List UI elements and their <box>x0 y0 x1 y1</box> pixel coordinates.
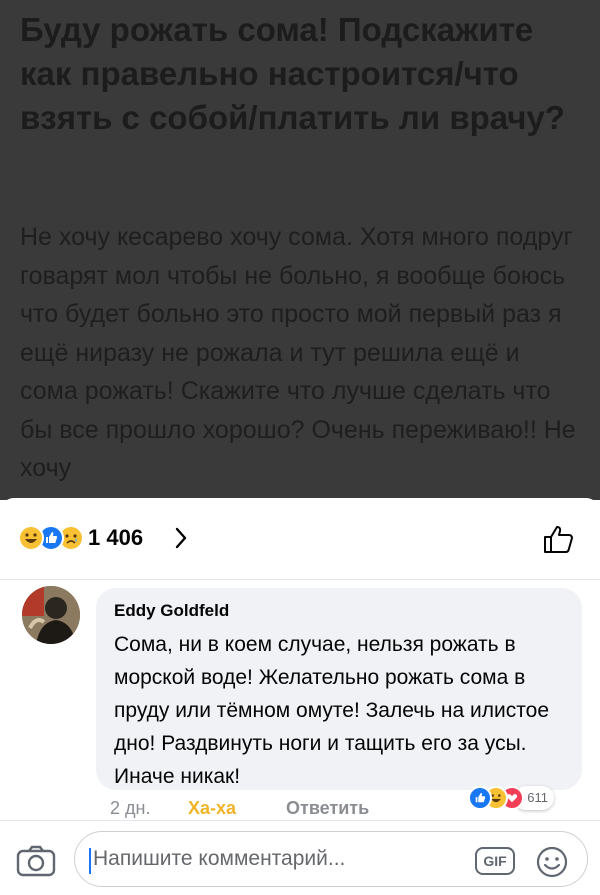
post-background: Буду рожать сома! Подскажите как правель… <box>0 0 600 500</box>
thumbs-up-icon[interactable] <box>542 524 576 554</box>
reaction-icons <box>18 525 98 551</box>
reaction-count[interactable]: 1 406 <box>88 525 143 551</box>
avatar[interactable] <box>22 586 80 644</box>
comment-timestamp[interactable]: 2 дн. <box>110 798 150 819</box>
comment-composer: Напишите комментарий... GIF <box>0 820 600 895</box>
post-title: Буду рожать сома! Подскажите как правель… <box>20 11 565 136</box>
post-body: Не хочу кесарево хочу сома. Хотя много п… <box>20 223 576 482</box>
reaction-button[interactable]: Ха-ха <box>188 798 236 819</box>
chevron-right-icon[interactable] <box>174 526 188 550</box>
comment-bubble: Eddy Goldfeld Сома, ни в коем случае, не… <box>96 588 582 790</box>
emoji-icon[interactable] <box>535 845 569 879</box>
comment-placeholder: Напишите комментарий... <box>93 847 346 870</box>
camera-icon[interactable] <box>16 845 56 877</box>
reactions-summary[interactable]: 1 406 <box>0 498 600 580</box>
comment-text: Сома, ни в коем случае, нельзя рожать в … <box>114 633 550 788</box>
text-caret <box>89 848 91 874</box>
haha-icon <box>18 525 44 551</box>
comment-author[interactable]: Eddy Goldfeld <box>114 600 568 622</box>
reply-button[interactable]: Ответить <box>286 798 369 819</box>
like-icon <box>468 786 492 810</box>
gif-button[interactable]: GIF <box>475 847 515 875</box>
comment-input[interactable]: Напишите комментарий... GIF <box>74 831 588 887</box>
